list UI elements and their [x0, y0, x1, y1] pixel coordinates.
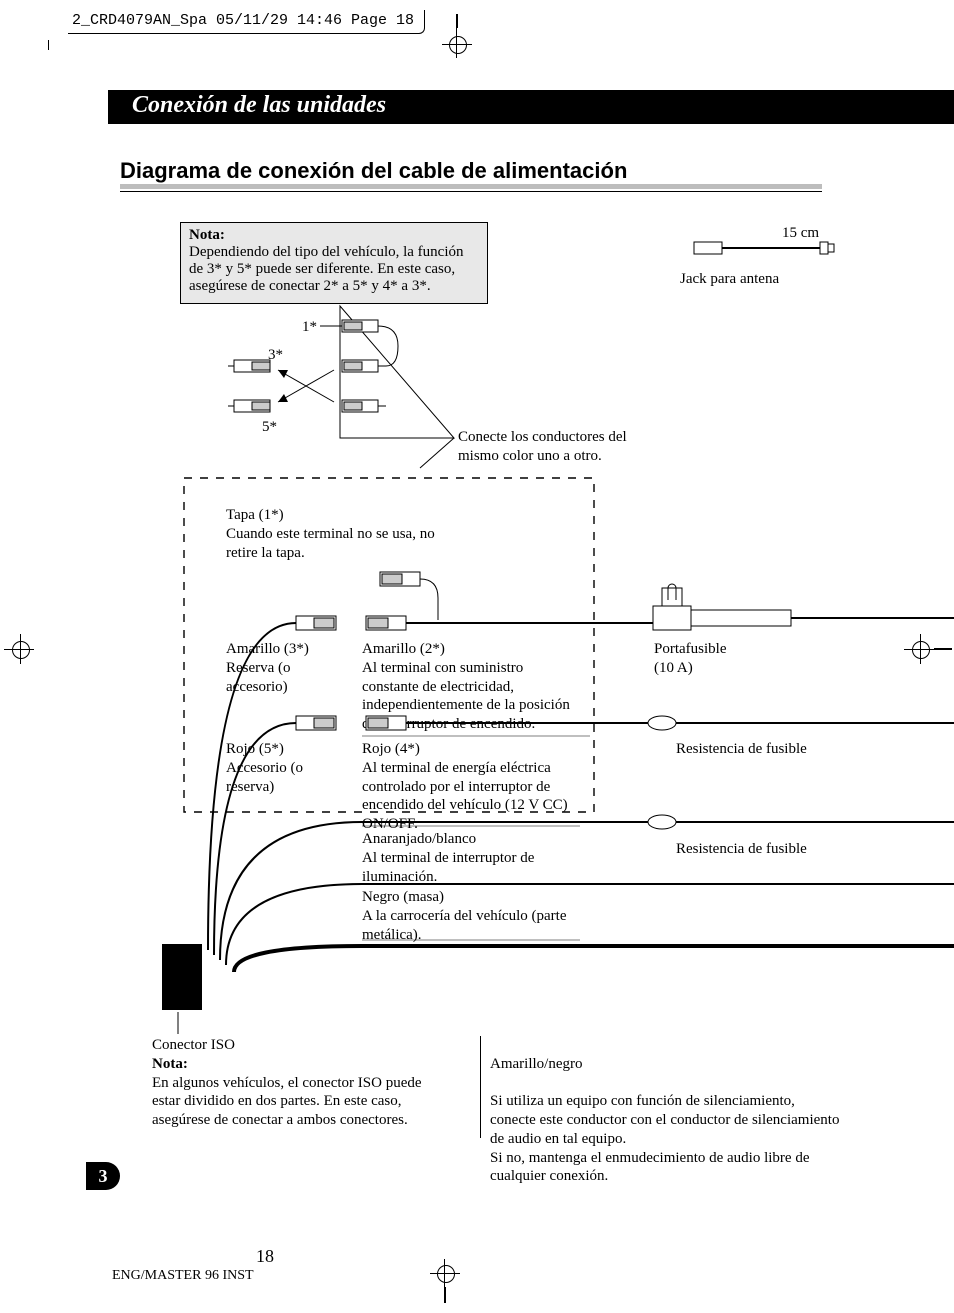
orange-body: Al terminal de interruptor de iluminació… — [362, 850, 534, 885]
resistor-2-label: Resistencia de fusible — [676, 840, 807, 859]
fuse-body: (10 A) — [654, 660, 693, 676]
iso-note-body: En algunos vehículos, el conector ISO pu… — [152, 1075, 422, 1129]
ref-3: 3* — [268, 346, 283, 365]
registration-mark-icon — [0, 634, 40, 664]
registration-mark-icon — [430, 1273, 460, 1303]
red-4-body: Al terminal de energía eléctrica control… — [362, 760, 568, 832]
section-title-bar: Conexión de las unidades — [108, 90, 954, 124]
tapa-title: Tapa (1*) — [226, 507, 284, 523]
orange-title: Anaranjado/blanco — [362, 831, 476, 847]
note-label: Nota: — [189, 227, 225, 243]
antenna-label: Jack para antena — [680, 270, 779, 289]
yellow-2-title: Amarillo (2*) — [362, 641, 445, 657]
yellow-2-block: Amarillo (2*) Al terminal con suministro… — [362, 640, 582, 734]
section-tab: 3 — [86, 1162, 120, 1190]
crop-edge — [48, 40, 49, 50]
iso-note-block: Conector ISO Nota: En algunos vehículos,… — [152, 1036, 452, 1130]
yellow-black-body: Si utiliza un equipo con función de sile… — [490, 1093, 839, 1184]
tapa-block: Tapa (1*) Cuando este terminal no se usa… — [226, 506, 446, 562]
fuse-title: Portafusible — [654, 641, 727, 657]
black-title: Negro (masa) — [362, 889, 444, 905]
red-5-block: Rojo (5*) Accesorio (o reserva) — [226, 740, 336, 796]
registration-mark-icon — [912, 634, 954, 664]
tapa-body: Cuando este terminal no se usa, no retir… — [226, 526, 435, 561]
note-box: Nota: Dependiendo del tipo del vehículo,… — [180, 222, 488, 304]
iso-title: Conector ISO — [152, 1037, 235, 1053]
antenna-length: 15 cm — [782, 224, 819, 243]
black-block: Negro (masa) A la carrocería del vehícul… — [362, 888, 582, 944]
yellow-3-body: Reserva (o accesorio) — [226, 660, 291, 695]
yellow-2-body: Al terminal con suministro constante de … — [362, 660, 570, 732]
resistor-1-label: Resistencia de fusible — [676, 740, 807, 759]
yellow-black-title: Amarillo/negro — [490, 1056, 582, 1072]
page-number: 18 — [256, 1246, 274, 1267]
same-color-note: Conecte los conductores del mismo color … — [458, 428, 658, 466]
note-body: Dependiendo del tipo del vehículo, la fu… — [189, 244, 464, 294]
divider — [480, 1036, 481, 1138]
orange-block: Anaranjado/blanco Al terminal de interru… — [362, 830, 582, 886]
divider — [120, 184, 822, 189]
ref-4: 4* — [352, 418, 367, 437]
yellow-black-block: Amarillo/negro Si utiliza un equipo con … — [490, 1036, 840, 1186]
divider — [120, 191, 822, 192]
fuse-block: Portafusible (10 A) — [654, 640, 774, 678]
ref-2: 2* — [352, 346, 367, 365]
red-5-body: Accesorio (o reserva) — [226, 760, 303, 795]
ref-5: 5* — [262, 418, 277, 437]
iso-connector-icon — [162, 944, 202, 1010]
black-body: A la carrocería del vehículo (parte metá… — [362, 908, 566, 943]
red-4-block: Rojo (4*) Al terminal de energía eléctri… — [362, 740, 592, 834]
registration-mark-icon — [442, 14, 472, 44]
iso-note-label: Nota: — [152, 1056, 188, 1072]
red-5-title: Rojo (5*) — [226, 741, 284, 757]
footer-code: ENG/MASTER 96 INST — [112, 1268, 254, 1284]
section-subtitle: Diagrama de conexión del cable de alimen… — [120, 158, 627, 184]
yellow-3-title: Amarillo (3*) — [226, 641, 309, 657]
crop-header: 2_CRD4079AN_Spa 05/11/29 14:46 Page 18 — [68, 10, 425, 34]
yellow-3-block: Amarillo (3*) Reserva (o accesorio) — [226, 640, 336, 696]
red-4-title: Rojo (4*) — [362, 741, 420, 757]
ref-1: 1* — [302, 318, 317, 337]
